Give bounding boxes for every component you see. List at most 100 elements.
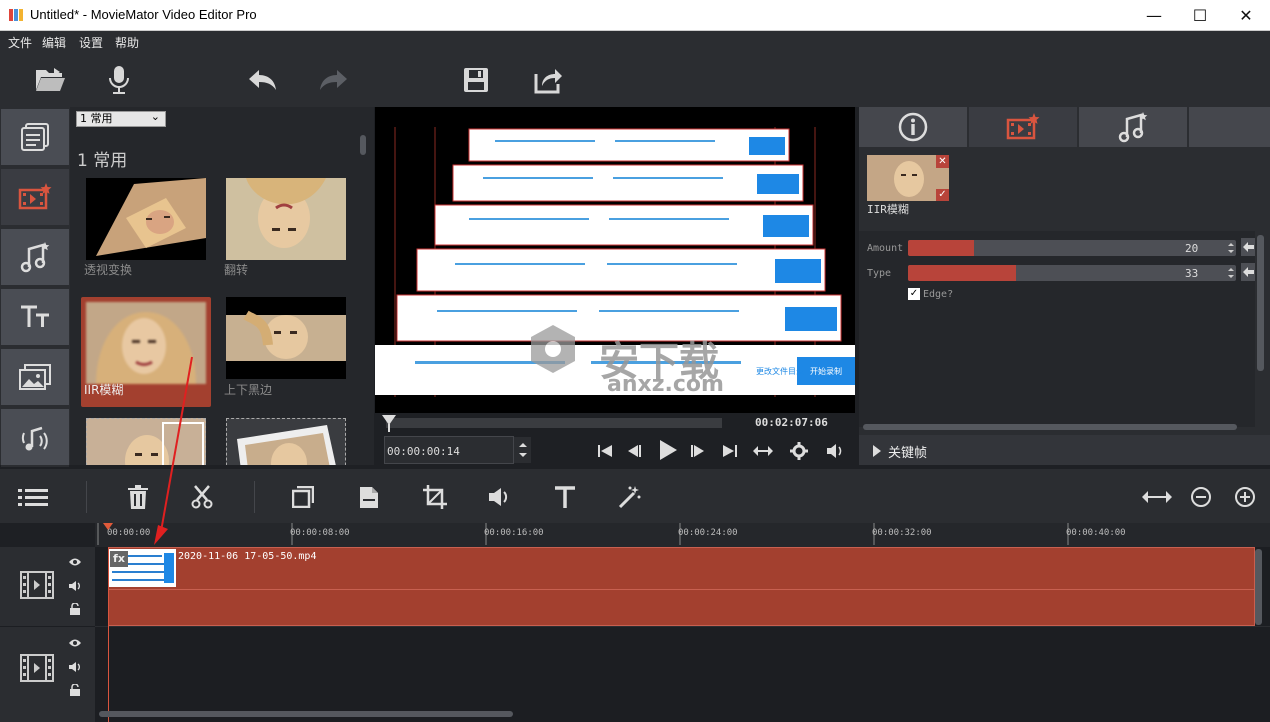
timeline-playhead-line[interactable] bbox=[108, 547, 109, 722]
settings-button[interactable] bbox=[788, 441, 810, 461]
extra-tab[interactable] bbox=[1189, 107, 1270, 147]
filter-thumb-6[interactable] bbox=[226, 418, 346, 465]
tracks-scrollbar-h[interactable] bbox=[99, 711, 513, 717]
remove-filter-icon[interactable]: ✕ bbox=[936, 155, 949, 168]
video-track-2-header bbox=[0, 628, 95, 722]
mute-icon[interactable] bbox=[68, 580, 82, 592]
menu-help[interactable]: 帮助 bbox=[115, 34, 139, 51]
minimize-button[interactable]: — bbox=[1131, 0, 1177, 31]
magic-wand-icon bbox=[618, 486, 641, 509]
copy-button[interactable] bbox=[288, 483, 318, 511]
redo-icon[interactable] bbox=[315, 62, 351, 98]
info-icon bbox=[898, 112, 928, 142]
filter-scrollbar[interactable] bbox=[360, 135, 366, 155]
filter-thumb-perspective[interactable] bbox=[86, 178, 206, 260]
param-spinner-type-icon[interactable] bbox=[1226, 266, 1236, 280]
undo-icon[interactable] bbox=[245, 62, 281, 98]
current-time-input[interactable]: 00:00:00:14 bbox=[384, 436, 514, 464]
speaker-icon bbox=[827, 444, 842, 458]
playhead-marker-icon[interactable] bbox=[381, 414, 397, 432]
play-icon bbox=[660, 440, 677, 460]
param-value-type: 33 bbox=[1185, 267, 1199, 280]
lock-icon[interactable] bbox=[69, 603, 81, 615]
time-spinner[interactable] bbox=[513, 437, 531, 463]
category-heading: 1 常用 bbox=[77, 151, 128, 171]
audio-button[interactable] bbox=[485, 483, 515, 511]
title-bar: Untitled* - MovieMator Video Editor Pro … bbox=[0, 0, 1270, 31]
next-frame-icon bbox=[691, 445, 704, 457]
crop-button[interactable] bbox=[420, 483, 450, 511]
video-preview[interactable]: 安下载 anxz.com 更改文件目录 开始录制 bbox=[375, 107, 855, 413]
zoom-in-button[interactable] bbox=[1230, 483, 1260, 511]
loop-button[interactable] bbox=[751, 441, 775, 461]
prev-frame-button[interactable] bbox=[623, 441, 645, 461]
timeline-ruler[interactable]: 00:00:00 00:00:08:00 00:00:16:00 00:00:2… bbox=[95, 523, 1270, 547]
info-tab[interactable] bbox=[859, 107, 967, 147]
tick-label: 00:00:32:00 bbox=[872, 528, 932, 538]
text-tab[interactable] bbox=[1, 289, 69, 347]
filter-thumb-letterbox[interactable] bbox=[226, 297, 346, 379]
params-scrollbar-v[interactable] bbox=[1257, 235, 1264, 371]
copy-icon bbox=[292, 486, 314, 508]
effects-button[interactable] bbox=[615, 483, 645, 511]
film-track-icon bbox=[20, 571, 54, 599]
text-button[interactable] bbox=[550, 483, 580, 511]
export-icon[interactable] bbox=[530, 62, 566, 98]
keyframe-icon bbox=[1243, 267, 1254, 277]
tick-label: 00:00:16:00 bbox=[484, 528, 544, 538]
play-button[interactable] bbox=[655, 438, 681, 462]
menu-settings[interactable]: 设置 bbox=[79, 34, 103, 51]
audio-effects-tab[interactable] bbox=[1, 409, 69, 467]
filter-thumb-flip[interactable] bbox=[226, 178, 346, 260]
menu-file[interactable]: 文件 bbox=[8, 34, 32, 51]
category-select[interactable]: 1 常用 ⌄ bbox=[76, 110, 166, 127]
text-t-icon bbox=[555, 486, 575, 508]
zoom-out-button[interactable] bbox=[1186, 483, 1216, 511]
speaker-icon bbox=[489, 488, 508, 506]
keyframe-button-type[interactable] bbox=[1241, 263, 1255, 281]
properties-panel: ✕ ✓ IIR模糊 Amount 20 Type 33 ✓ Edge? 关键帧 bbox=[859, 107, 1270, 465]
filter-label-flip: 翻转 bbox=[224, 263, 249, 277]
keyframes-bar[interactable]: 关键帧 bbox=[859, 435, 1270, 465]
fx-badge[interactable]: fx bbox=[110, 551, 128, 567]
edge-checkbox[interactable]: ✓ bbox=[908, 288, 920, 300]
enable-filter-check-icon[interactable]: ✓ bbox=[936, 189, 949, 201]
save-icon[interactable] bbox=[458, 62, 494, 98]
next-frame-button[interactable] bbox=[687, 441, 709, 461]
paste-icon bbox=[360, 487, 378, 508]
microphone-icon[interactable] bbox=[101, 62, 137, 98]
skip-to-start-button[interactable] bbox=[594, 441, 616, 461]
eye-icon[interactable] bbox=[68, 638, 82, 648]
prev-frame-icon bbox=[628, 445, 641, 457]
skip-to-end-button[interactable] bbox=[719, 441, 741, 461]
volume-button[interactable] bbox=[824, 441, 846, 461]
params-scrollbar-h[interactable] bbox=[863, 424, 1237, 430]
audio-properties-tab[interactable] bbox=[1079, 107, 1187, 147]
eye-icon[interactable] bbox=[68, 557, 82, 567]
timeline-playhead-icon[interactable] bbox=[103, 523, 113, 531]
mute-icon[interactable] bbox=[68, 661, 82, 673]
lock-icon[interactable] bbox=[69, 684, 81, 696]
paste-button[interactable] bbox=[354, 483, 384, 511]
filter-properties-tab[interactable] bbox=[969, 107, 1077, 147]
filter-library-panel: 1 常用 ⌄ 1 常用 透视变换 翻转 IIR模糊 上下黑边 bbox=[70, 107, 374, 465]
images-tab[interactable] bbox=[1, 349, 69, 407]
open-folder-icon[interactable] bbox=[32, 62, 68, 98]
playlist-tab[interactable] bbox=[1, 109, 69, 167]
timeline-menu-button[interactable] bbox=[18, 483, 48, 511]
music-tab[interactable] bbox=[1, 229, 69, 287]
menu-edit[interactable]: 编辑 bbox=[42, 34, 66, 51]
delete-button[interactable] bbox=[123, 483, 153, 511]
fit-timeline-button[interactable] bbox=[1140, 483, 1174, 511]
film-track-icon bbox=[20, 654, 54, 682]
filters-tab[interactable] bbox=[1, 169, 69, 227]
playlist-icon bbox=[21, 123, 49, 151]
keyframe-button-amount[interactable] bbox=[1241, 238, 1255, 256]
preview-scrubber[interactable] bbox=[386, 418, 722, 428]
tracks-scrollbar-v[interactable] bbox=[1255, 549, 1262, 625]
param-spinner-amount-icon[interactable] bbox=[1226, 241, 1236, 255]
expand-arrow-icon bbox=[873, 445, 881, 457]
maximize-button[interactable]: ☐ bbox=[1177, 0, 1223, 31]
trash-icon bbox=[128, 485, 148, 509]
close-button[interactable]: ✕ bbox=[1223, 0, 1269, 31]
